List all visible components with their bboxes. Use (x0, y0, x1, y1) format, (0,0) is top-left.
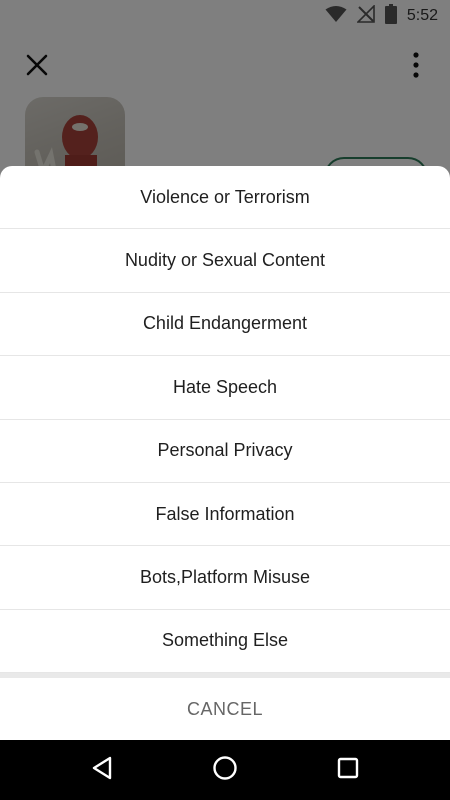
nav-back-button[interactable] (78, 746, 126, 794)
report-option-personal-privacy[interactable]: Personal Privacy (0, 420, 450, 483)
report-option-bots-platform-misuse[interactable]: Bots,Platform Misuse (0, 546, 450, 610)
report-option-nudity[interactable]: Nudity or Sexual Content (0, 229, 450, 293)
report-bottom-sheet: Violence or Terrorism Nudity or Sexual C… (0, 166, 450, 740)
report-option-hate-speech[interactable]: Hate Speech (0, 356, 450, 420)
recents-icon (337, 757, 359, 784)
nav-recents-button[interactable] (324, 746, 372, 794)
nav-home-button[interactable] (201, 746, 249, 794)
report-option-violence[interactable]: Violence or Terrorism (0, 166, 450, 230)
report-option-child-endangerment[interactable]: Child Endangerment (0, 293, 450, 357)
report-option-something-else[interactable]: Something Else (0, 610, 450, 674)
back-icon (91, 756, 113, 785)
report-option-false-information[interactable]: False Information (0, 483, 450, 547)
cancel-button[interactable]: CANCEL (0, 678, 450, 740)
home-icon (212, 755, 238, 786)
navigation-bar (0, 740, 450, 800)
